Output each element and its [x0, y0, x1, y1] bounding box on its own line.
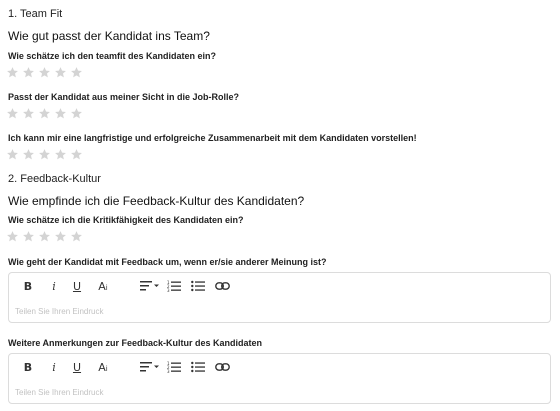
text-size-button[interactable]: Ai [94, 359, 112, 375]
text-size-icon: Ai [98, 360, 108, 374]
star-icon[interactable] [38, 66, 51, 79]
italic-button[interactable]: i [47, 278, 61, 294]
svg-text:3: 3 [167, 288, 170, 292]
star-rating-criticism[interactable] [6, 230, 83, 243]
bold-button[interactable]: B [21, 278, 35, 294]
section-subtitle-team-fit: Wie gut passt der Kandidat ins Team? [8, 29, 210, 43]
align-dropdown-icon [140, 281, 159, 291]
editor-placeholder[interactable]: Teilen Sie Ihren Eindruck [15, 388, 104, 397]
question-label-collaboration: Ich kann mir eine langfristige und erfol… [8, 133, 417, 143]
star-icon[interactable] [38, 148, 51, 161]
section-title-team-fit: 1. Team Fit [8, 8, 63, 20]
bullet-list-icon [191, 361, 205, 373]
star-rating-collaboration[interactable] [6, 148, 83, 161]
question-label-criticism: Wie schätze ich die Kritikfähigkeit des … [8, 215, 244, 225]
editor-toolbar: B i U Ai 123 [9, 273, 550, 300]
bullet-list-button[interactable] [190, 359, 206, 375]
star-icon[interactable] [22, 148, 35, 161]
star-icon[interactable] [54, 107, 67, 120]
underline-button[interactable]: U [70, 278, 84, 294]
text-size-button[interactable]: Ai [94, 278, 112, 294]
bold-button[interactable]: B [21, 359, 35, 375]
star-icon[interactable] [38, 107, 51, 120]
ordered-list-icon: 123 [167, 361, 181, 373]
star-icon[interactable] [54, 66, 67, 79]
editor-placeholder[interactable]: Teilen Sie Ihren Eindruck [15, 307, 104, 316]
ordered-list-button[interactable]: 123 [166, 278, 182, 294]
star-icon[interactable] [22, 230, 35, 243]
italic-icon: i [52, 279, 56, 293]
bullet-list-icon [191, 280, 205, 292]
link-button[interactable] [214, 359, 230, 375]
ordered-list-button[interactable]: 123 [166, 359, 182, 375]
star-icon[interactable] [22, 107, 35, 120]
star-icon[interactable] [70, 148, 83, 161]
star-icon[interactable] [70, 107, 83, 120]
align-dropdown-button[interactable] [139, 278, 161, 294]
underline-icon: U [72, 360, 82, 374]
ordered-list-icon: 123 [167, 280, 181, 292]
star-icon[interactable] [54, 148, 67, 161]
star-rating-jobrole[interactable] [6, 107, 83, 120]
align-dropdown-button[interactable] [139, 359, 161, 375]
evaluation-form: 1. Team Fit Wie gut passt der Kandidat i… [0, 0, 560, 411]
question-label-feedback-handling: Wie geht der Kandidat mit Feedback um, w… [8, 257, 327, 267]
italic-button[interactable]: i [47, 359, 61, 375]
section-title-feedback: 2. Feedback-Kultur [8, 173, 101, 185]
star-icon[interactable] [70, 66, 83, 79]
section-subtitle-feedback: Wie empfinde ich die Feedback-Kultur des… [8, 194, 305, 208]
question-label-jobrole: Passt der Kandidat aus meiner Sicht in d… [8, 92, 240, 102]
underline-icon: U [72, 279, 82, 293]
star-icon[interactable] [38, 230, 51, 243]
align-dropdown-icon [140, 362, 159, 372]
italic-icon: i [52, 360, 56, 374]
star-icon[interactable] [6, 107, 19, 120]
link-icon [214, 282, 230, 290]
star-icon[interactable] [6, 230, 19, 243]
star-icon[interactable] [22, 66, 35, 79]
underline-button[interactable]: U [70, 359, 84, 375]
text-size-icon: Ai [98, 279, 108, 293]
link-button[interactable] [214, 278, 230, 294]
rich-text-editor-further-remarks[interactable]: B i U Ai 123 Teilen Sie Ihren Eindruck [8, 353, 551, 404]
svg-text:3: 3 [167, 369, 170, 373]
star-icon[interactable] [54, 230, 67, 243]
star-rating-teamfit[interactable] [6, 66, 83, 79]
bullet-list-button[interactable] [190, 278, 206, 294]
question-label-further-remarks: Weitere Anmerkungen zur Feedback-Kultur … [8, 338, 263, 348]
link-icon [214, 363, 230, 371]
editor-toolbar: B i U Ai 123 [9, 354, 550, 381]
question-label-teamfit: Wie schätze ich den teamfit des Kandidat… [8, 51, 216, 61]
star-icon[interactable] [70, 230, 83, 243]
star-icon[interactable] [6, 66, 19, 79]
star-icon[interactable] [6, 148, 19, 161]
bold-icon: B [23, 279, 33, 293]
rich-text-editor-feedback-handling[interactable]: B i U Ai 123 Teilen Sie Ihren Eindruck [8, 272, 551, 323]
bold-icon: B [23, 360, 33, 374]
